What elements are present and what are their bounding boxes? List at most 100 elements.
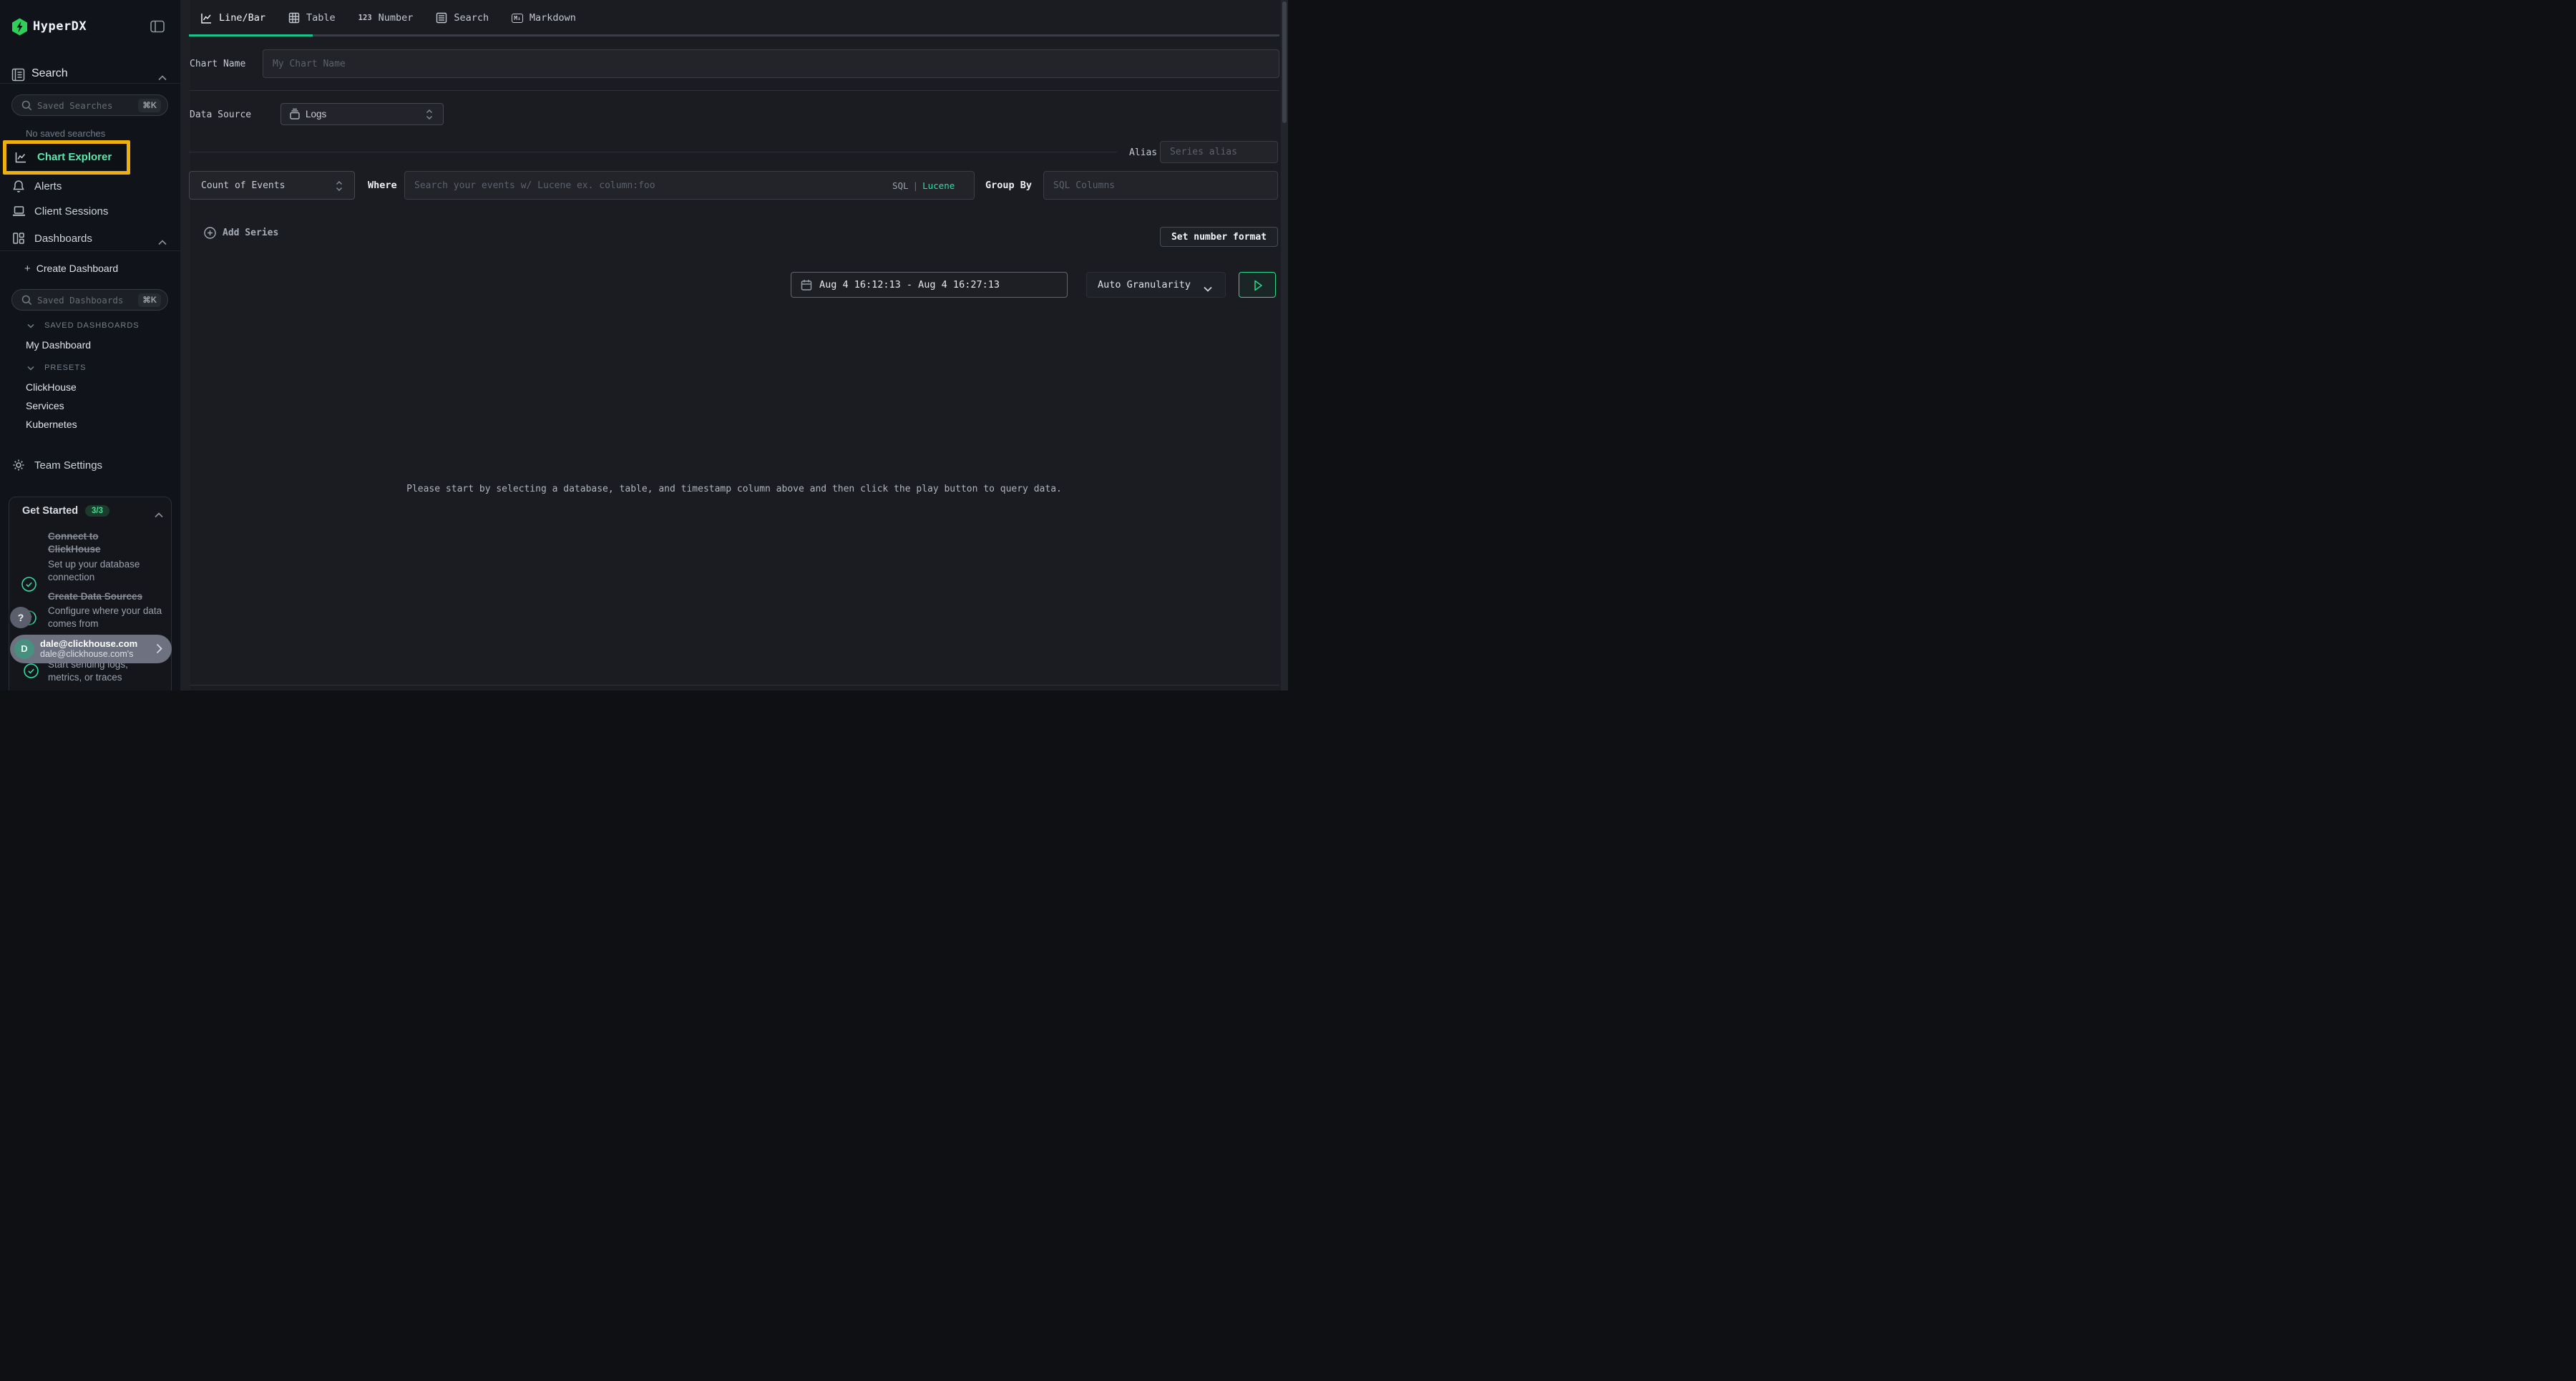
get-started-item-send-data[interactable]: Start sending logs, metrics, or traces [9, 663, 172, 690]
dashboard-grid-icon [12, 232, 25, 248]
chevron-down-icon [27, 364, 37, 373]
series-alias-input[interactable] [1160, 141, 1278, 163]
line-chart-icon [200, 12, 213, 24]
saved-dashboards-input[interactable]: Saved Dashboards ⌘K [11, 289, 168, 311]
create-dashboard-button[interactable]: + Create Dashboard [24, 263, 118, 275]
select-updown-icon [426, 109, 433, 124]
saved-dashboards-section-header[interactable]: SAVED DASHBOARDS [27, 321, 140, 330]
shortcut-badge: ⌘K [138, 99, 161, 112]
tab-label: Line/Bar [219, 12, 265, 24]
add-series-label: Add Series [223, 228, 278, 238]
granularity-value: Auto Granularity [1098, 279, 1191, 291]
chevron-down-icon [1204, 283, 1212, 296]
search-icon [21, 100, 32, 114]
create-dashboard-label: Create Dashboard [36, 263, 118, 274]
task-title: Connect to ClickHouse [48, 530, 164, 556]
section-header-label: PRESETS [44, 363, 86, 372]
aggregation-select[interactable]: Count of Events [189, 171, 355, 200]
get-started-header[interactable]: Get Started 3/3 [9, 497, 171, 526]
saved-searches-input[interactable]: Saved Searches ⌘K [11, 94, 168, 116]
sidebar: HyperDX Search Saved Searches ⌘K No save… [0, 0, 180, 690]
sidebar-item-clickhouse[interactable]: ClickHouse [26, 381, 77, 393]
saved-dashboards-placeholder: Saved Dashboards [37, 295, 123, 306]
plus-icon: + [24, 263, 31, 275]
tab-line-bar[interactable]: Line/Bar [189, 0, 277, 36]
alias-label: Alias [1129, 147, 1157, 158]
sidebar-item-label: Dashboards [34, 233, 92, 245]
set-number-format-button[interactable]: Set number format [1160, 227, 1278, 247]
sql-toggle[interactable]: SQL [892, 180, 909, 191]
task-description: Configure where your data comes from [48, 605, 164, 630]
tab-number[interactable]: 123 Number [347, 0, 425, 36]
sidebar-item-alerts[interactable]: Alerts [0, 176, 180, 197]
chevron-right-icon [156, 643, 162, 658]
chevron-up-icon [158, 236, 167, 249]
tab-label: Markdown [530, 12, 576, 24]
database-icon [289, 108, 301, 124]
select-updown-icon [336, 180, 343, 195]
app-title: HyperDX [33, 19, 87, 34]
app-window: HyperDX Search Saved Searches ⌘K No save… [0, 0, 1288, 690]
time-range-value: Aug 4 16:12:13 - Aug 4 16:27:13 [819, 279, 1000, 291]
plus-circle-icon [204, 227, 216, 239]
user-workspace: dale@clickhouse.com's [40, 649, 133, 659]
chevron-down-icon [27, 322, 37, 331]
chart-type-tabs: Line/Bar Table 123 Number Search M↓ Ma [189, 0, 587, 36]
tab-label: Table [306, 12, 336, 24]
sidebar-item-label: Team Settings [34, 459, 102, 472]
sidebar-item-services[interactable]: Services [26, 400, 64, 411]
bell-icon [12, 180, 25, 197]
chevron-up-icon [155, 509, 163, 522]
set-number-format-label: Set number format [1171, 232, 1267, 243]
collapse-sidebar-icon[interactable] [150, 20, 165, 36]
query-language-toggle: SQL|Lucene [892, 180, 955, 191]
sidebar-item-team-settings[interactable]: Team Settings [0, 455, 180, 477]
sidebar-item-client-sessions[interactable]: Client Sessions [0, 201, 180, 223]
granularity-select[interactable]: Auto Granularity [1086, 272, 1226, 298]
toggle-separator: | [909, 180, 923, 191]
scrollbar-track[interactable] [1281, 0, 1288, 690]
aggregation-value: Count of Events [201, 180, 285, 191]
tab-table[interactable]: Table [277, 0, 347, 36]
tab-search[interactable]: Search [424, 0, 500, 36]
time-range-picker[interactable]: Aug 4 16:12:13 - Aug 4 16:27:13 [791, 272, 1068, 298]
document-list-icon [436, 12, 447, 24]
help-button[interactable]: ? [10, 607, 31, 628]
where-search-input[interactable] [404, 171, 975, 200]
sidebar-divider [0, 83, 180, 84]
hyperdx-logo-icon [11, 18, 28, 39]
chart-name-input[interactable] [263, 49, 1279, 78]
group-by-input[interactable] [1043, 171, 1278, 200]
sidebar-item-label: Chart Explorer [37, 151, 112, 163]
user-menu[interactable]: D dale@clickhouse.com dale@clickhouse.co… [10, 635, 172, 663]
laptop-icon [12, 205, 26, 221]
data-source-select[interactable]: Logs [280, 103, 444, 125]
data-source-label: Data Source [190, 109, 251, 120]
sidebar-item-label: Alerts [34, 180, 62, 192]
sidebar-item-my-dashboard[interactable]: My Dashboard [26, 339, 91, 351]
shortcut-badge: ⌘K [138, 293, 161, 307]
scrollbar-thumb[interactable] [1282, 1, 1287, 123]
tab-label: Number [379, 12, 414, 24]
gear-icon [12, 459, 25, 475]
calendar-icon [801, 279, 812, 295]
task-title: Create Data Sources [48, 590, 164, 603]
line-chart-icon [14, 151, 27, 167]
run-query-button[interactable] [1239, 272, 1276, 298]
presets-section-header[interactable]: PRESETS [27, 363, 86, 372]
sidebar-item-dashboards[interactable]: Dashboards [0, 228, 180, 250]
tab-markdown[interactable]: M↓ Markdown [500, 0, 587, 36]
content-gutter [180, 0, 190, 690]
avatar: D [14, 639, 34, 659]
search-section-label: Search [31, 67, 68, 80]
sidebar-item-kubernetes[interactable]: Kubernetes [26, 419, 77, 430]
tab-label: Search [454, 12, 489, 24]
lucene-toggle[interactable]: Lucene [922, 180, 955, 191]
get-started-title: Get Started [22, 505, 78, 517]
add-series-button[interactable]: Add Series [204, 227, 278, 239]
logo-row: HyperDX [0, 16, 180, 39]
sidebar-item-chart-explorer[interactable]: Chart Explorer [6, 144, 127, 171]
progress-badge: 3/3 [85, 505, 109, 517]
section-header-label: SAVED DASHBOARDS [44, 321, 140, 330]
number-123-icon: 123 [358, 14, 372, 22]
